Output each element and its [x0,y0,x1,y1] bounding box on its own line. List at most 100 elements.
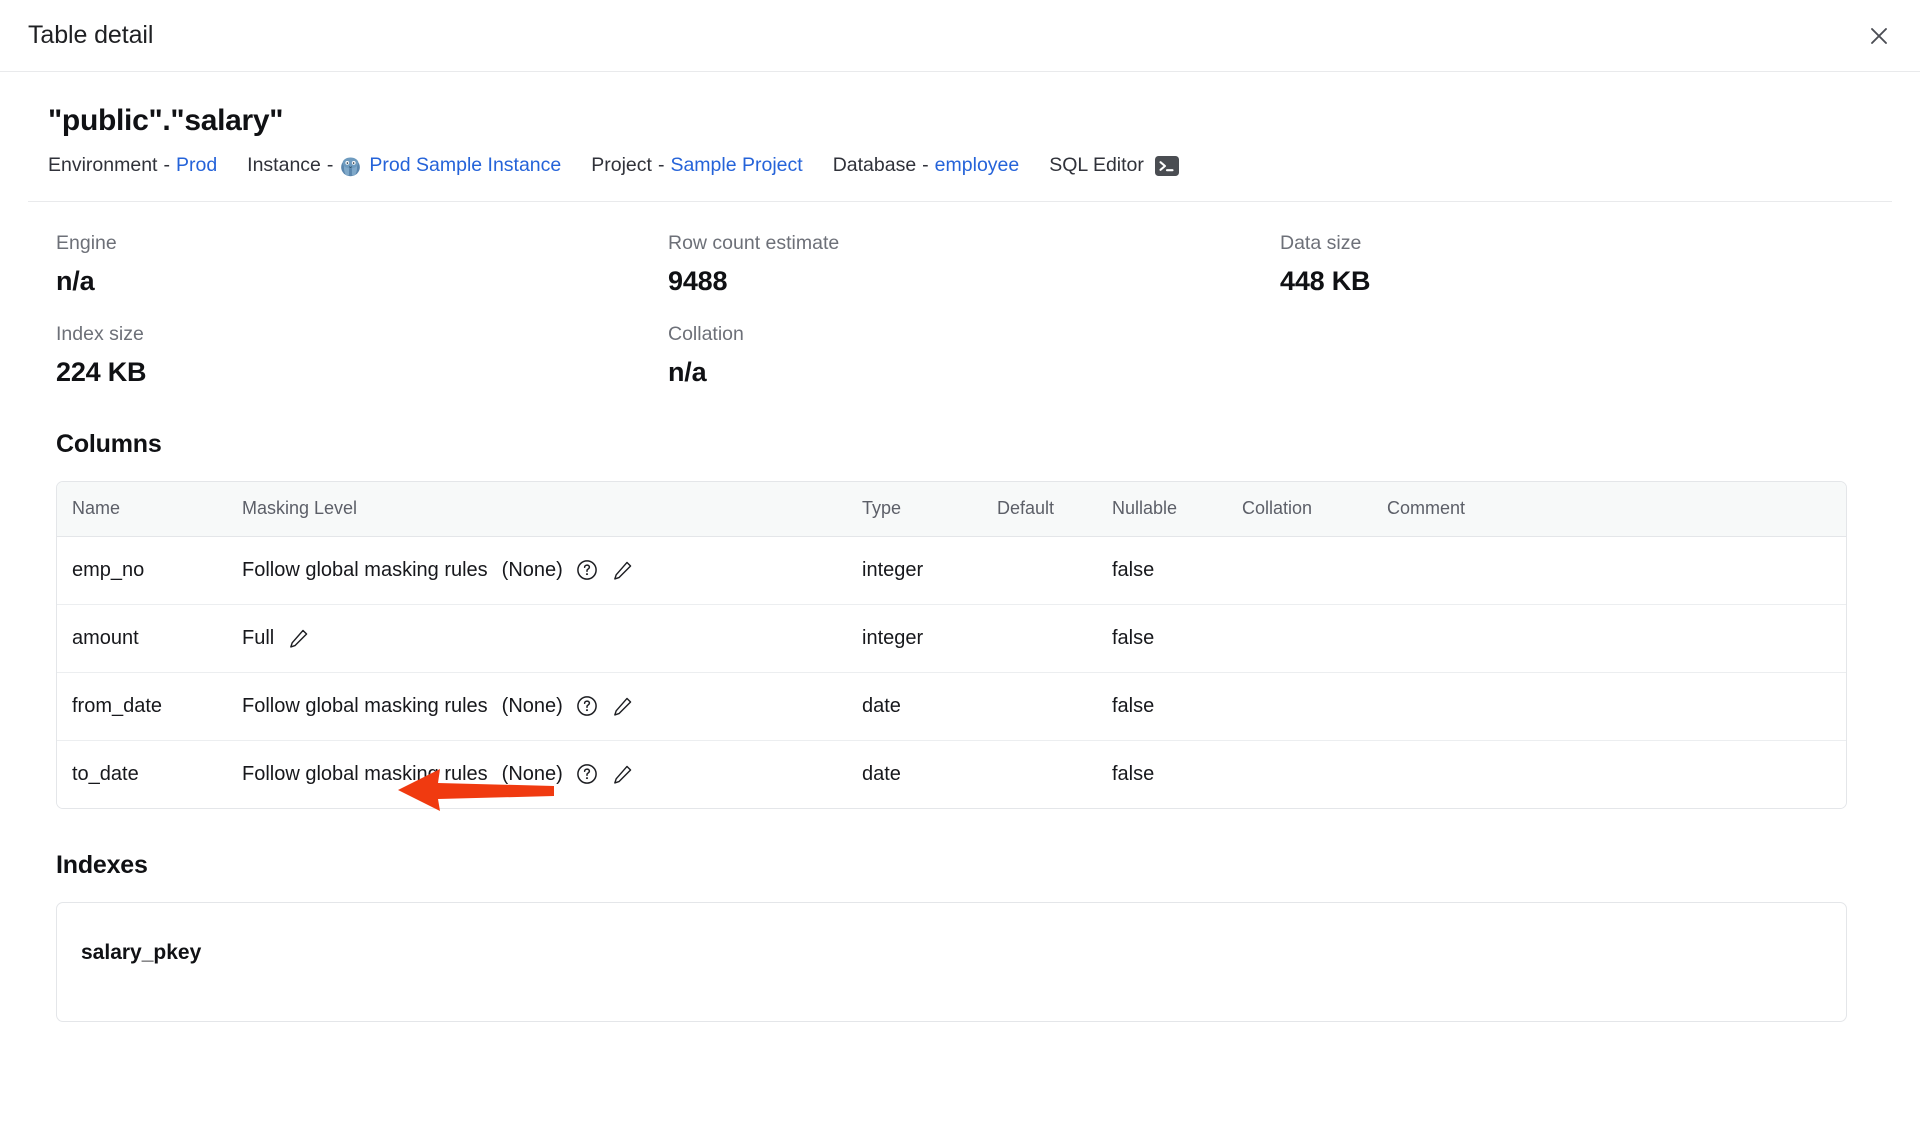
stat-value-collation: n/a [668,357,707,387]
help-circle-icon-glyph [576,764,597,785]
help-circle-icon[interactable] [576,763,598,785]
cell-collation [1242,604,1387,673]
stat-label-row-count: Row count estimate [668,232,840,254]
cell-nullable: false [1112,536,1242,605]
breadcrumb: Environment - Prod Instance - Prod Sampl… [48,153,1892,179]
indexes-heading: Indexes [56,851,148,879]
breadcrumb-item-instance: Instance - Prod Sample Instance [247,155,561,178]
cell-column-name: from_date [57,672,242,741]
breadcrumb-link-database[interactable]: employee [935,156,1020,176]
edit-pencil-icon[interactable] [611,559,634,582]
masking-level-text: Follow global masking rules [242,558,488,581]
edit-pencil-icon[interactable] [611,695,634,718]
breadcrumb-separator: - [326,154,334,177]
column-header-type[interactable]: Type [862,482,997,537]
sql-editor-entry[interactable]: SQL Editor [1049,153,1180,179]
stat-value-row-count: 9488 [668,266,728,296]
column-header-masking[interactable]: Masking Level [242,482,862,537]
cell-type: date [862,740,997,808]
stat-index-size: Index size 224 KB [56,323,668,388]
cell-masking-level: Full [242,604,862,673]
column-header-default[interactable]: Default [997,482,1112,537]
columns-table-wrapper: Name Masking Level Type Default Nullable… [56,481,1847,809]
close-icon-glyph [1871,27,1887,44]
sql-editor-label: SQL Editor [1049,154,1144,177]
breadcrumb-separator: - [657,154,665,177]
breadcrumb-link-project[interactable]: Sample Project [670,156,802,176]
table-row[interactable]: from_date Follow global masking rules (N… [57,672,1846,741]
breadcrumb-label-environment: Environment [48,154,158,177]
stat-value-data-size: 448 KB [1280,266,1371,296]
cell-type: integer [862,536,997,605]
cell-type: date [862,672,997,741]
edit-pencil-icon-glyph [613,697,632,716]
breadcrumb-item-database: Database - employee [833,156,1020,176]
stat-collation: Collation n/a [668,323,1280,388]
cell-masking-level: Follow global masking rules (None) [242,672,862,741]
cell-masking-level: Follow global masking rules (None) [242,740,862,808]
close-icon[interactable] [1862,19,1896,53]
table-row[interactable]: to_date Follow global masking rules (Non… [57,740,1846,808]
edit-pencil-icon[interactable] [611,763,634,786]
stat-value-engine: n/a [56,266,95,296]
column-header-name[interactable]: Name [57,482,242,537]
breadcrumb-item-environment: Environment - Prod [48,156,217,176]
cell-default [997,672,1112,741]
cell-collation [1242,536,1387,605]
cell-masking-level: Follow global masking rules (None) [242,536,862,605]
breadcrumb-link-environment[interactable]: Prod [176,156,217,176]
column-header-nullable[interactable]: Nullable [1112,482,1242,537]
drawer-body: "public"."salary" Environment - Prod Ins… [0,72,1920,1022]
edit-pencil-icon-glyph [290,629,308,648]
masking-level-detail: (None) [501,558,563,581]
cell-default [997,740,1112,808]
column-header-collation[interactable]: Collation [1242,482,1387,537]
cell-nullable: false [1112,604,1242,673]
cell-column-name: emp_no [57,536,242,605]
stat-empty-slot [1280,323,1892,388]
cell-comment [1387,536,1846,605]
terminal-icon-glyph [1154,156,1179,176]
cell-type: integer [862,604,997,673]
breadcrumb-separator: - [163,154,170,177]
cell-comment [1387,604,1846,673]
masking-level-detail: (None) [501,694,563,717]
table-header-row: Name Masking Level Type Default Nullable… [57,482,1846,537]
columns-heading: Columns [56,430,162,458]
cell-default [997,536,1112,605]
table-row[interactable]: amount Full integer false [57,604,1846,673]
postgres-icon-glyph [341,157,361,176]
cell-comment [1387,672,1846,741]
cell-column-name: to_date [57,740,242,808]
columns-table-body: emp_no Follow global masking rules (None… [57,536,1846,808]
masking-level-text: Full [242,626,275,649]
terminal-icon[interactable] [1154,153,1180,179]
edit-pencil-icon[interactable] [287,627,310,650]
masking-level-detail: (None) [501,762,563,785]
cell-collation [1242,740,1387,808]
help-circle-icon[interactable] [576,559,598,581]
edit-pencil-icon-glyph [613,561,632,580]
stat-label-collation: Collation [668,323,744,345]
drawer-header: Table detail [0,0,1920,72]
help-circle-icon[interactable] [576,695,598,717]
cell-default [997,604,1112,673]
cell-column-name: amount [57,604,242,673]
columns-table-head: Name Masking Level Type Default Nullable… [57,482,1846,537]
stat-value-index-size: 224 KB [56,357,147,387]
index-name: salary_pkey [81,941,202,964]
breadcrumb-label-instance: Instance [247,154,321,177]
stat-label-index-size: Index size [56,323,144,345]
stat-label-data-size: Data size [1280,232,1362,254]
help-circle-icon-glyph [576,696,597,716]
column-header-comment[interactable]: Comment [1387,482,1846,537]
stat-data-size: Data size 448 KB [1280,232,1892,297]
breadcrumb-link-instance[interactable]: Prod Sample Instance [369,156,561,176]
table-stats: Engine n/a Row count estimate 9488 Data … [28,202,1892,388]
page-title: Table detail [28,21,154,49]
cell-comment [1387,740,1846,808]
table-row[interactable]: emp_no Follow global masking rules (None… [57,536,1846,605]
table-name: "public"."salary" [48,104,284,137]
breadcrumb-label-project: Project [591,154,652,177]
masking-level-text: Follow global masking rules [242,694,488,717]
